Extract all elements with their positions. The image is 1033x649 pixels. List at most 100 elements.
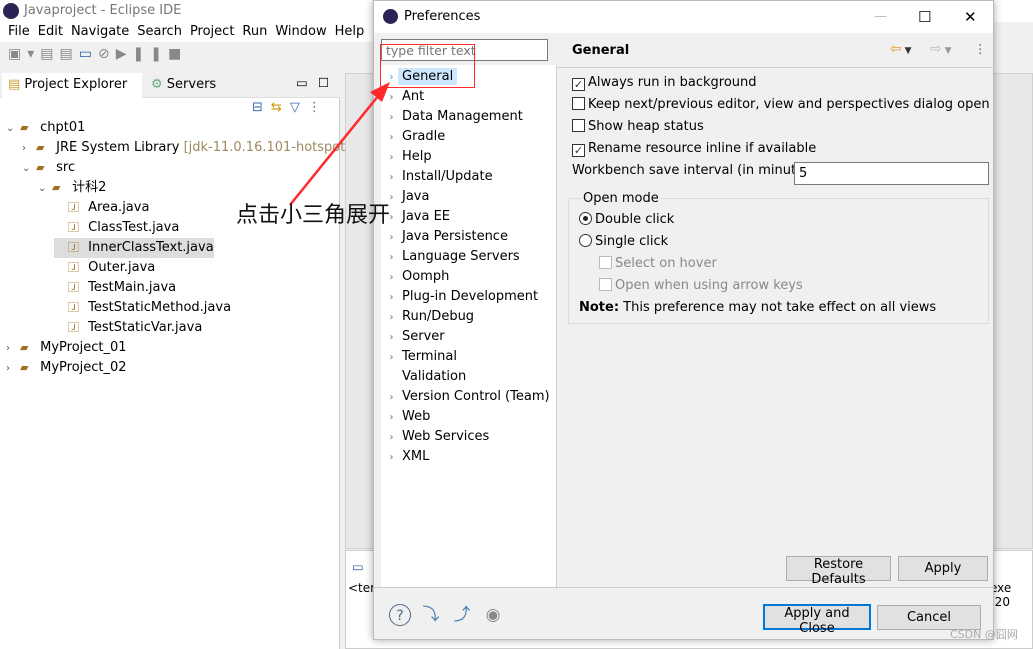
tree-item[interactable]: 🄹 TestMain.java (54, 278, 176, 298)
chevron-right-icon[interactable]: › (381, 408, 402, 428)
nav-item-java-persistence[interactable]: › Java Persistence (381, 227, 508, 247)
maximize-icon[interactable]: ☐ (318, 75, 329, 90)
menu-edit[interactable]: Edit (38, 24, 63, 39)
chevron-right-icon[interactable]: › (381, 108, 402, 128)
chevron-right-icon[interactable]: › (6, 359, 20, 379)
menu-navigate[interactable]: Navigate (71, 24, 129, 39)
maximize-button[interactable]: ☐ (918, 1, 931, 33)
chevron-right-icon[interactable]: › (6, 339, 20, 359)
tree-item[interactable]: ⌄ ▰ chpt01 (6, 118, 85, 138)
chevron-right-icon[interactable]: › (381, 148, 402, 168)
nav-item-validation[interactable]: Validation (381, 367, 466, 387)
chevron-right-icon[interactable]: › (381, 448, 402, 468)
export-icon[interactable]: ⤴ (451, 604, 473, 626)
nav-item-ant[interactable]: › Ant (381, 87, 425, 108)
import-icon[interactable]: ⤵ (420, 604, 442, 626)
view-menu-icon[interactable]: ⋮ (308, 100, 329, 115)
chevron-right-icon[interactable]: › (381, 348, 402, 368)
minimize-button[interactable]: — (874, 1, 887, 33)
link-editor-icon[interactable]: ⇆ (271, 100, 290, 115)
nav-item-install-update[interactable]: › Install/Update (381, 167, 493, 187)
chevron-right-icon[interactable]: › (381, 388, 402, 408)
record-icon[interactable]: ◉ (482, 604, 504, 626)
chevron-right-icon[interactable]: › (381, 288, 402, 308)
tree-item[interactable]: › ▰ MyProject_02 (6, 358, 127, 378)
chevron-right-icon[interactable]: › (381, 428, 402, 448)
chevron-right-icon[interactable]: › (381, 248, 402, 268)
tree-item[interactable]: › ▰ JRE System Library [jdk-11.0.16.101-h… (22, 138, 350, 158)
tree-item[interactable]: 🄹 TestStaticVar.java (54, 318, 202, 338)
chevron-right-icon[interactable]: › (381, 308, 402, 328)
help-icon[interactable]: ? (389, 604, 411, 626)
view-menu-icon[interactable]: ⋮ (974, 41, 987, 56)
save-icon[interactable]: ▤ (40, 46, 59, 62)
chevron-right-icon[interactable]: › (381, 228, 402, 248)
forward-icon[interactable]: ⇨ ▼ (930, 41, 952, 57)
nav-item-plug-in-development[interactable]: › Plug-in Development (381, 287, 539, 308)
tree-item[interactable]: 🄹 ClassTest.java (54, 218, 179, 238)
tab-project-explorer[interactable]: ▤ Project Explorer ✕ (2, 73, 142, 116)
new-icon[interactable]: ▣▾ (8, 46, 40, 62)
checkbox-2[interactable]: Show heap status (572, 117, 704, 137)
nav-item-language-servers[interactable]: › Language Servers (381, 247, 520, 267)
skip-breakpoints-icon[interactable]: ⊘ (98, 46, 116, 62)
radio-single-click[interactable]: Single click (579, 232, 668, 252)
chevron-right-icon[interactable]: › (22, 139, 36, 159)
menu-search[interactable]: Search (137, 24, 182, 39)
minimize-icon[interactable]: ▭ (296, 75, 308, 90)
nav-item-xml[interactable]: › XML (381, 447, 430, 468)
apply-button[interactable]: Apply (898, 556, 988, 581)
chevron-right-icon[interactable]: › (381, 328, 402, 348)
chevron-right-icon[interactable]: › (381, 268, 402, 288)
menu-project[interactable]: Project (190, 24, 234, 39)
nav-item-help[interactable]: › Help (381, 147, 432, 167)
tree-item[interactable]: 🄹 TestStaticMethod.java (54, 298, 231, 318)
chevron-right-icon[interactable]: › (381, 128, 402, 148)
save-interval-input[interactable] (794, 162, 989, 185)
menu-run[interactable]: Run (242, 24, 267, 39)
menu-file[interactable]: File (8, 24, 30, 39)
chevron-right-icon[interactable]: › (381, 168, 402, 188)
menu-help[interactable]: Help (335, 24, 365, 39)
checkbox-0[interactable]: ✓ Always run in background (572, 73, 757, 93)
tree-item[interactable]: ⌄ ▰ 计科2 (38, 178, 106, 198)
filter-icon[interactable]: ▽ (290, 100, 308, 115)
tree-item[interactable]: 🄹 InnerClassText.java (54, 238, 214, 258)
terminal-icon[interactable]: ▭ (79, 46, 98, 62)
nav-item-java-ee[interactable]: › Java EE (381, 207, 451, 227)
nav-item-web[interactable]: › Web (381, 407, 431, 428)
save-all-icon[interactable]: ▤ (60, 46, 79, 62)
nav-item-data-management[interactable]: › Data Management (381, 107, 523, 127)
nav-item-server[interactable]: › Server (381, 327, 445, 347)
tree-item[interactable]: 🄹 Area.java (54, 198, 149, 218)
tree-item[interactable]: › ▰ MyProject_01 (6, 338, 127, 358)
resume-icon[interactable]: ▶ (116, 46, 133, 62)
collapse-all-icon[interactable]: ⊟ (252, 100, 271, 115)
close-button[interactable]: ✕ (964, 1, 977, 33)
tree-item[interactable]: 🄹 Outer.java (54, 258, 155, 278)
nav-item-web-services[interactable]: › Web Services (381, 427, 490, 448)
suspend-icon[interactable]: ❚❚ (132, 46, 167, 62)
tree-item[interactable]: ⌄ ▰ src (22, 158, 75, 178)
chevron-down-icon[interactable]: ⌄ (22, 159, 36, 179)
folder-icon: ▰ (20, 361, 29, 374)
nav-item-gradle[interactable]: › Gradle (381, 127, 446, 148)
apply-and-close-button[interactable]: Apply and Close (763, 604, 871, 636)
nav-item-version-control-team-[interactable]: › Version Control (Team) (381, 387, 550, 407)
chevron-down-icon[interactable]: ⌄ (6, 119, 20, 139)
checkbox-1[interactable]: Keep next/previous editor, view and pers… (572, 95, 990, 115)
chevron-down-icon[interactable]: ⌄ (38, 179, 52, 199)
tab-servers[interactable]: ⚙ Servers (145, 73, 222, 98)
chevron-right-icon[interactable]: › (381, 88, 402, 108)
arrow-keys-checkbox[interactable]: Open when using arrow keys (599, 276, 803, 296)
checkbox-3[interactable]: ✓ Rename resource inline if available (572, 139, 816, 159)
back-icon[interactable]: ⇦ ▼ (890, 41, 912, 57)
nav-item-run-debug[interactable]: › Run/Debug (381, 307, 475, 328)
select-on-hover-checkbox[interactable]: Select on hover (599, 254, 717, 274)
nav-item-terminal[interactable]: › Terminal (381, 347, 457, 367)
menu-window[interactable]: Window (275, 24, 326, 39)
nav-item-oomph[interactable]: › Oomph (381, 267, 450, 288)
radio-double-click[interactable]: Double click (579, 210, 674, 230)
terminate-icon[interactable]: ■ (168, 46, 187, 62)
restore-defaults-button[interactable]: Restore Defaults (786, 556, 891, 587)
